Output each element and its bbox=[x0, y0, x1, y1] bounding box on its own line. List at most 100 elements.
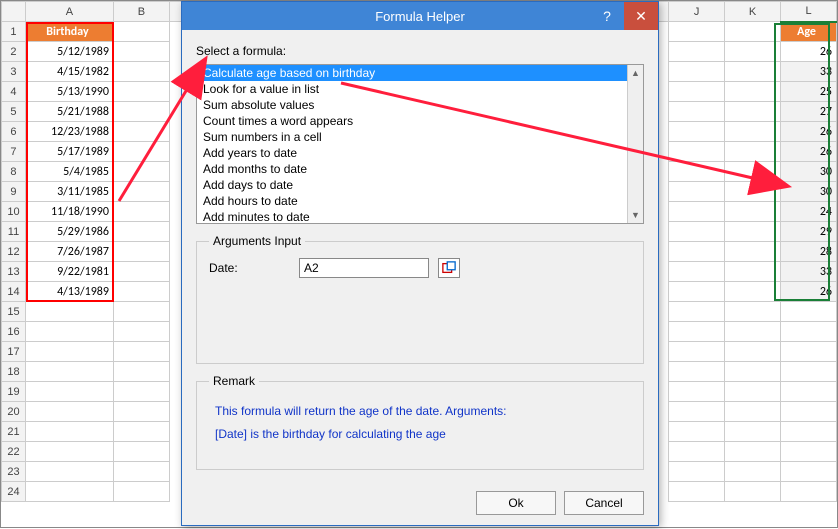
cell[interactable]: 5/12/1989 bbox=[25, 42, 113, 62]
cell[interactable] bbox=[669, 402, 725, 422]
cell[interactable] bbox=[725, 382, 781, 402]
cell[interactable] bbox=[781, 362, 837, 382]
row-header[interactable]: 13 bbox=[2, 262, 26, 282]
cell[interactable] bbox=[669, 82, 725, 102]
cell[interactable] bbox=[725, 322, 781, 342]
cell[interactable] bbox=[25, 402, 113, 422]
row-header[interactable]: 7 bbox=[2, 142, 26, 162]
cell[interactable] bbox=[113, 462, 169, 482]
cell[interactable] bbox=[669, 302, 725, 322]
cell[interactable] bbox=[781, 442, 837, 462]
cell[interactable] bbox=[669, 382, 725, 402]
cell[interactable] bbox=[725, 402, 781, 422]
select-all-corner[interactable] bbox=[2, 2, 26, 22]
cell[interactable] bbox=[113, 182, 169, 202]
row-header[interactable]: 8 bbox=[2, 162, 26, 182]
cell[interactable] bbox=[781, 342, 837, 362]
cell[interactable]: 30 bbox=[781, 162, 837, 182]
cell[interactable] bbox=[781, 462, 837, 482]
col-header-b[interactable]: B bbox=[113, 2, 169, 22]
cell[interactable] bbox=[781, 302, 837, 322]
cell[interactable] bbox=[725, 102, 781, 122]
cell[interactable] bbox=[669, 22, 725, 42]
cancel-button[interactable]: Cancel bbox=[564, 491, 644, 515]
cell[interactable] bbox=[113, 302, 169, 322]
cell[interactable]: 11/18/1990 bbox=[25, 202, 113, 222]
cell[interactable] bbox=[25, 482, 113, 502]
row-header[interactable]: 1 bbox=[2, 22, 26, 42]
cell[interactable] bbox=[725, 42, 781, 62]
cell[interactable] bbox=[669, 262, 725, 282]
cell[interactable] bbox=[669, 422, 725, 442]
cell[interactable] bbox=[781, 322, 837, 342]
cell[interactable]: Birthday bbox=[25, 22, 113, 42]
cell[interactable] bbox=[725, 62, 781, 82]
cell[interactable] bbox=[113, 282, 169, 302]
cell[interactable] bbox=[669, 182, 725, 202]
col-header-a[interactable]: A bbox=[25, 2, 113, 22]
cell[interactable]: 9/22/1981 bbox=[25, 262, 113, 282]
row-header[interactable]: 24 bbox=[2, 482, 26, 502]
cell[interactable] bbox=[113, 362, 169, 382]
cell[interactable] bbox=[113, 402, 169, 422]
cell[interactable] bbox=[113, 382, 169, 402]
cell[interactable] bbox=[113, 222, 169, 242]
cell[interactable]: 4/15/1982 bbox=[25, 62, 113, 82]
row-header[interactable]: 12 bbox=[2, 242, 26, 262]
cell[interactable] bbox=[113, 322, 169, 342]
cell[interactable] bbox=[669, 62, 725, 82]
row-header[interactable]: 18 bbox=[2, 362, 26, 382]
cell[interactable] bbox=[25, 382, 113, 402]
cell[interactable]: 25 bbox=[781, 82, 837, 102]
cell[interactable]: 26 bbox=[781, 282, 837, 302]
row-header[interactable]: 17 bbox=[2, 342, 26, 362]
cell[interactable] bbox=[725, 462, 781, 482]
cell[interactable]: 5/17/1989 bbox=[25, 142, 113, 162]
cell[interactable] bbox=[669, 322, 725, 342]
cell[interactable] bbox=[113, 262, 169, 282]
date-arg-input[interactable] bbox=[299, 258, 429, 278]
cell[interactable] bbox=[669, 282, 725, 302]
formula-option[interactable]: Add months to date bbox=[197, 161, 643, 177]
cell[interactable] bbox=[113, 142, 169, 162]
row-header[interactable]: 9 bbox=[2, 182, 26, 202]
row-header[interactable]: 11 bbox=[2, 222, 26, 242]
cell[interactable] bbox=[725, 242, 781, 262]
cell[interactable] bbox=[25, 422, 113, 442]
cell[interactable] bbox=[669, 162, 725, 182]
row-header[interactable]: 22 bbox=[2, 442, 26, 462]
cell[interactable] bbox=[25, 342, 113, 362]
cell[interactable] bbox=[669, 462, 725, 482]
cell[interactable] bbox=[669, 342, 725, 362]
cell[interactable] bbox=[25, 322, 113, 342]
cell[interactable] bbox=[725, 442, 781, 462]
cell[interactable] bbox=[25, 442, 113, 462]
cell[interactable] bbox=[113, 482, 169, 502]
row-header[interactable]: 4 bbox=[2, 82, 26, 102]
cell[interactable] bbox=[113, 42, 169, 62]
cell[interactable] bbox=[669, 142, 725, 162]
cell[interactable] bbox=[725, 482, 781, 502]
dialog-titlebar[interactable]: Formula Helper ? ✕ bbox=[182, 2, 658, 30]
formula-listbox[interactable]: Calculate age based on birthdayLook for … bbox=[196, 64, 644, 224]
cell[interactable] bbox=[725, 362, 781, 382]
listbox-scrollbar[interactable]: ▲ ▼ bbox=[627, 65, 643, 223]
cell[interactable] bbox=[113, 422, 169, 442]
cell[interactable] bbox=[669, 442, 725, 462]
close-button[interactable]: ✕ bbox=[624, 2, 658, 30]
row-header[interactable]: 5 bbox=[2, 102, 26, 122]
help-button[interactable]: ? bbox=[590, 2, 624, 30]
cell[interactable] bbox=[781, 402, 837, 422]
cell[interactable] bbox=[25, 302, 113, 322]
cell[interactable] bbox=[725, 282, 781, 302]
row-header[interactable]: 20 bbox=[2, 402, 26, 422]
formula-option[interactable]: Add minutes to date bbox=[197, 209, 643, 224]
cell[interactable]: 5/4/1985 bbox=[25, 162, 113, 182]
cell[interactable] bbox=[725, 162, 781, 182]
cell[interactable] bbox=[669, 362, 725, 382]
formula-option[interactable]: Calculate age based on birthday bbox=[197, 65, 643, 81]
cell[interactable]: 27 bbox=[781, 102, 837, 122]
cell[interactable] bbox=[113, 442, 169, 462]
cell[interactable] bbox=[113, 162, 169, 182]
cell[interactable] bbox=[669, 122, 725, 142]
